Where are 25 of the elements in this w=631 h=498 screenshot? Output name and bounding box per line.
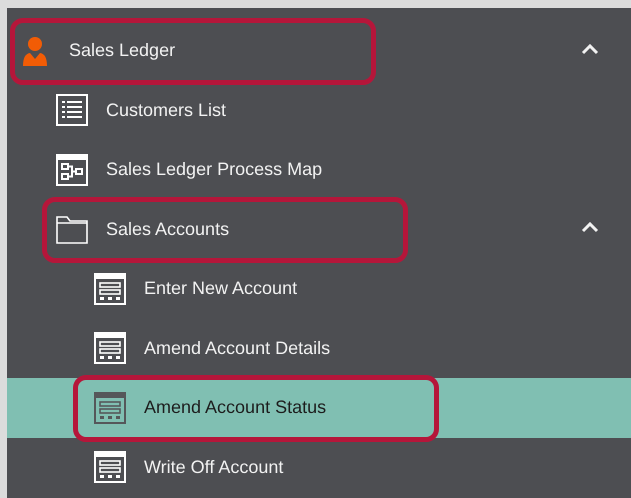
item-label: Sales Ledger <box>69 40 176 62</box>
person-icon <box>22 36 48 66</box>
item-label: Sales Ledger Process Map <box>106 159 322 180</box>
tree-item[interactable]: Sales Ledger <box>7 21 631 80</box>
item-label: Sales Accounts <box>106 218 230 240</box>
process-map-icon <box>56 154 88 186</box>
form-icon <box>94 332 126 364</box>
list-icon <box>56 94 88 126</box>
form-icon <box>94 392 126 424</box>
collapse-caret-icon[interactable] <box>581 221 599 234</box>
collapse-caret-icon[interactable] <box>581 42 599 55</box>
tree-item[interactable]: Sales Accounts <box>7 200 631 259</box>
tree-item[interactable]: Amend Account Details <box>7 318 631 378</box>
folder-icon <box>56 213 88 246</box>
tree-item[interactable]: Enter New Account <box>7 259 631 318</box>
tree-item[interactable]: Customers List <box>7 80 631 140</box>
tree-item[interactable]: Sales Ledger Process Map <box>7 140 631 200</box>
item-label: Amend Account Status <box>144 397 326 418</box>
tree-item[interactable]: Write Off Account <box>7 438 631 497</box>
form-icon <box>94 272 126 305</box>
item-label: Customers List <box>106 100 226 121</box>
item-label: Amend Account Details <box>144 338 330 359</box>
item-label: Write Off Account <box>144 456 284 478</box>
form-icon <box>94 451 126 484</box>
item-label: Enter New Account <box>144 278 298 300</box>
